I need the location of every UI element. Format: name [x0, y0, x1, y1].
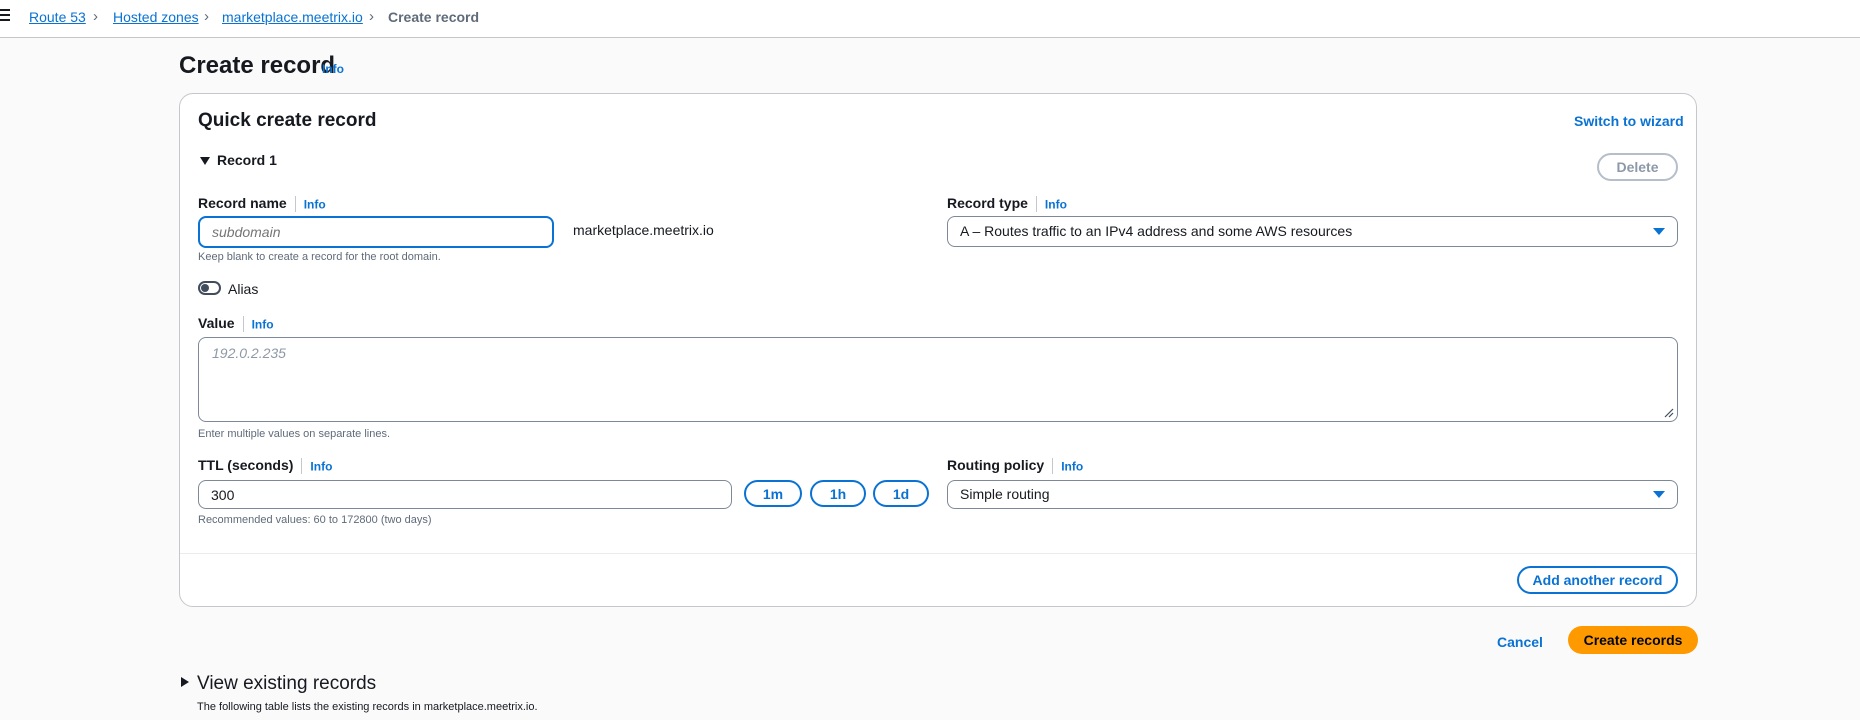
caret-right-icon	[181, 676, 189, 687]
record-type-label-text: Record type	[947, 195, 1028, 211]
view-existing-records-title: View existing records	[197, 673, 377, 694]
record-name-info-link[interactable]: Info	[304, 197, 326, 211]
delete-record-button[interactable]: Delete	[1597, 153, 1678, 181]
create-records-button[interactable]: Create records	[1568, 626, 1698, 654]
record-name-label-text: Record name	[198, 195, 287, 211]
record-type-select[interactable]: A – Routes traffic to an IPv4 address an…	[947, 216, 1678, 247]
routing-policy-select[interactable]: Simple routing	[947, 480, 1678, 509]
ttl-info-link[interactable]: Info	[310, 459, 332, 473]
value-info-link[interactable]: Info	[252, 317, 274, 331]
caret-down-icon	[200, 157, 210, 165]
breadcrumb-hosted-zones[interactable]: Hosted zones	[113, 9, 199, 25]
caret-down-icon	[1653, 228, 1665, 235]
menu-icon[interactable]	[0, 9, 12, 23]
routing-policy-selected-value: Simple routing	[960, 486, 1050, 502]
record-type-label: Record type Info	[947, 195, 1067, 213]
record-1-label: Record 1	[217, 152, 277, 168]
ttl-preset-1m-button[interactable]: 1m	[744, 480, 802, 507]
breadcrumb-hosted-zone[interactable]: marketplace.meetrix.io	[222, 9, 363, 25]
value-placeholder: 192.0.2.235	[212, 345, 286, 361]
routing-policy-label: Routing policy Info	[947, 457, 1083, 475]
ttl-label: TTL (seconds) Info	[198, 457, 332, 475]
ttl-label-text: TTL (seconds)	[198, 457, 294, 473]
cancel-button[interactable]: Cancel	[1490, 630, 1550, 654]
ttl-preset-1h-button[interactable]: 1h	[810, 480, 866, 507]
view-existing-records-expander[interactable]: View existing records	[181, 673, 376, 695]
record-type-info-link[interactable]: Info	[1045, 197, 1067, 211]
value-label-text: Value	[198, 315, 235, 331]
chevron-right-icon: ›	[369, 8, 374, 25]
record-name-domain-suffix: marketplace.meetrix.io	[573, 222, 714, 238]
page-info-link[interactable]: Info	[322, 62, 344, 76]
routing-policy-label-text: Routing policy	[947, 457, 1045, 473]
value-hint: Enter multiple values on separate lines.	[198, 428, 390, 440]
card-title: Quick create record	[198, 110, 377, 131]
top-navigation-bar: Route 53 › Hosted zones › marketplace.me…	[0, 0, 1860, 38]
record-type-selected-value: A – Routes traffic to an IPv4 address an…	[960, 223, 1353, 239]
page-title: Create record	[179, 52, 336, 79]
record-name-input[interactable]	[198, 216, 554, 248]
card-divider	[180, 553, 1696, 554]
breadcrumb-current: Create record	[388, 9, 480, 25]
alias-label: Alias	[228, 281, 259, 297]
ttl-input[interactable]	[198, 480, 732, 509]
record-name-label: Record name Info	[198, 195, 326, 213]
chevron-right-icon: ›	[204, 8, 209, 25]
switch-to-wizard-link[interactable]: Switch to wizard	[1574, 113, 1684, 129]
record-name-hint: Keep blank to create a record for the ro…	[198, 251, 441, 263]
alias-toggle[interactable]	[198, 281, 221, 295]
existing-records-description: The following table lists the existing r…	[197, 701, 538, 713]
ttl-preset-1d-button[interactable]: 1d	[873, 480, 929, 507]
value-label: Value Info	[198, 315, 274, 333]
ttl-hint: Recommended values: 60 to 172800 (two da…	[198, 514, 432, 526]
toggle-knob	[201, 284, 209, 292]
routing-policy-info-link[interactable]: Info	[1061, 459, 1083, 473]
resize-handle-icon[interactable]	[1664, 408, 1674, 418]
value-textarea[interactable]: 192.0.2.235	[198, 337, 1678, 422]
record-1-expander[interactable]: Record 1	[200, 152, 277, 168]
breadcrumb-route53[interactable]: Route 53	[29, 9, 86, 25]
caret-down-icon	[1653, 491, 1665, 498]
chevron-right-icon: ›	[93, 8, 98, 25]
add-another-record-button[interactable]: Add another record	[1517, 566, 1678, 594]
